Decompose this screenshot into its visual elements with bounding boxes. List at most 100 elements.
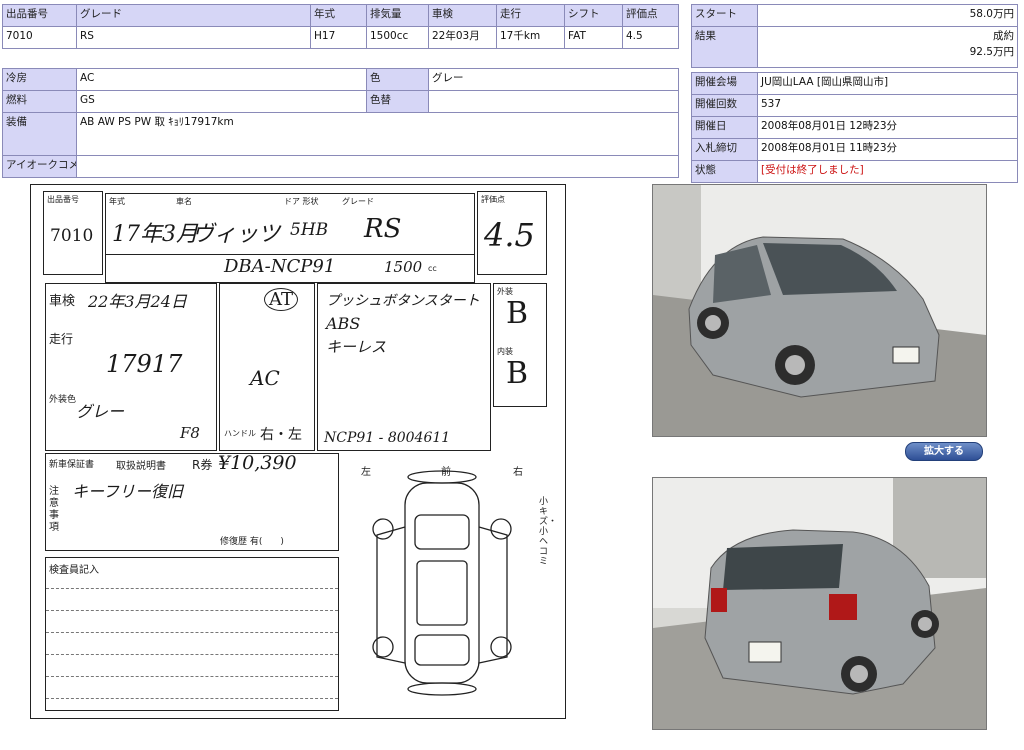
- start-label: スタート: [691, 4, 758, 27]
- fuel-value: GS: [76, 90, 367, 113]
- sheet-rule: [46, 654, 338, 655]
- sheet-year-value: 17年3月: [112, 222, 198, 247]
- sheet-inspector-box: 検査員記入: [45, 557, 339, 711]
- sheet-lot-number: 7010: [50, 226, 94, 246]
- sheet-car-box: 年式 17年3月 車名 ヴィッツ ドア 形状 5HB グレード RS DBA-N…: [105, 193, 475, 283]
- fuel-label: 燃料: [2, 90, 77, 113]
- spec-header: 排気量: [366, 4, 429, 27]
- sheet-exterior-value: B: [506, 296, 529, 331]
- round-label: 開催回数: [691, 94, 758, 117]
- spec-header: 車検: [428, 4, 497, 27]
- sheet-car-label: 車名: [176, 197, 192, 206]
- sheet-color-value: グレー: [76, 402, 125, 421]
- car-photo-front[interactable]: [652, 184, 987, 437]
- sheet-shaken-value: 22年3月24日: [88, 292, 187, 311]
- sheet-car-value: ヴィッツ: [192, 222, 281, 247]
- sheet-handle-value: 右・左: [260, 427, 302, 443]
- result-price: 92.5万円: [969, 46, 1014, 58]
- mileage: 17千km: [496, 26, 565, 49]
- displacement: 1500cc: [366, 26, 429, 49]
- sheet-year-label: 年式: [109, 197, 125, 206]
- sheet-ext-int-box: 外装 B 内装 B: [493, 283, 547, 407]
- spec-header: 走行: [496, 4, 565, 27]
- sheet-mileage-value: 17917: [106, 350, 183, 378]
- round-value: 537: [757, 94, 1018, 117]
- sheet-notes-value: キーフリー復旧: [72, 482, 184, 501]
- sheet-options-3: キーレス: [326, 338, 387, 356]
- sheet-notes-label: 注意事項: [49, 486, 59, 533]
- sheet-cc-unit: cc: [428, 264, 437, 273]
- sheet-shaken-box: 車検 22年3月24日 走行 17917 外装色 グレー F8: [45, 283, 217, 451]
- sheet-handle-label: ハンドル: [224, 429, 256, 438]
- color-value: グレー: [428, 68, 679, 91]
- sheet-chassis-value: NCP91 - 8004611: [324, 430, 451, 446]
- status-value: [受付は終了しました]: [757, 160, 1018, 183]
- sheet-model-value: DBA-NCP91: [224, 256, 336, 277]
- lot-number: 7010: [2, 26, 77, 49]
- sheet-options-box: プッシュボタンスタート ABS キーレス NCP91 - 8004611: [317, 283, 491, 451]
- sheet-door-label: ドア 形状: [284, 197, 319, 206]
- sheet-score-value: 4.5: [484, 216, 535, 254]
- detail-table: 冷房 AC 色 グレー 燃料 GS 色替 装備 AB AW PS PW 取 ｷｮ…: [2, 68, 679, 178]
- sheet-rule: [46, 610, 338, 611]
- sheet-divider: [106, 254, 474, 255]
- spec-header: シフト: [564, 4, 623, 27]
- sheet-warranty-label: 新車保証書: [49, 460, 95, 470]
- sheet-aircon-value: AC: [250, 366, 280, 390]
- diagram-side-note: 小キズ・小ヘコミ: [539, 497, 558, 567]
- result-label: 結果: [691, 26, 758, 68]
- spec-header: グレード: [76, 4, 311, 27]
- sheet-recycle-value: ¥10,390: [218, 452, 297, 474]
- sheet-inspector-label: 検査員記入: [49, 565, 99, 576]
- sheet-rule: [46, 588, 338, 589]
- sheet-options-1: プッシュボタンスタート: [326, 293, 480, 309]
- sheet-grade-value: RS: [364, 214, 402, 244]
- inspection-sheet[interactable]: 出品番号 7010 年式 17年3月 車名 ヴィッツ ドア 形状 5HB グレー…: [30, 184, 566, 719]
- sheet-door-value: 5HB: [290, 220, 329, 240]
- spec-value-row: 7010 RS H17 1500cc 22年03月 17千km FAT 4.5: [2, 26, 679, 49]
- sheet-cc-value: 1500: [384, 258, 423, 276]
- sheet-remarks-label: 修復歴 有( ): [220, 537, 284, 547]
- spec-header: 年式: [310, 4, 367, 27]
- sheet-mileage-label: 走行: [49, 332, 74, 346]
- model-year: H17: [310, 26, 367, 49]
- color-change-label: 色替: [366, 90, 429, 113]
- sheet-recycle-label: R券: [192, 458, 213, 472]
- sheet-score-box: 評価点 4.5: [477, 191, 547, 275]
- start-price: 58.0万円: [757, 4, 1018, 27]
- comment-label: アイオークコメント: [2, 155, 77, 178]
- deadline-label: 入札締切: [691, 138, 758, 161]
- auction-table: スタート 58.0万円 結果 成約 92.5万円 開催会場 JU岡山LAA [岡…: [691, 4, 1018, 183]
- spec-table: 出品番号 グレード 年式 排気量 車検 走行 シフト 評価点 7010 RS H…: [2, 4, 679, 49]
- sheet-shaken-label: 車検: [49, 294, 76, 309]
- deadline-value: 2008年08月01日 11時23分: [757, 138, 1018, 161]
- sheet-fuel-code: F8: [180, 424, 200, 442]
- car-outline-icon: [372, 470, 512, 696]
- result-cell: 成約 92.5万円: [757, 26, 1018, 68]
- venue-label: 開催会場: [691, 72, 758, 95]
- sheet-rule: [46, 698, 338, 699]
- sheet-manual-label: 取扱説明書: [116, 461, 166, 472]
- date-value: 2008年08月01日 12時23分: [757, 116, 1018, 139]
- sheet-lot-label: 出品番号: [47, 195, 79, 204]
- spec-header-row: 出品番号 グレード 年式 排気量 車検 走行 シフト 評価点: [2, 4, 679, 27]
- equipment-value: AB AW PS PW 取 ｷｮﾘ17917km: [76, 112, 679, 156]
- sheet-rule: [46, 676, 338, 677]
- sheet-notes-box: 新車保証書 取扱説明書 R券 ¥10,390 注意事項 キーフリー復旧 修復歴 …: [45, 452, 339, 551]
- color-label: 色: [366, 68, 429, 91]
- comment-value: [76, 155, 679, 178]
- enlarge-button[interactable]: 拡大する: [905, 442, 983, 461]
- spec-header: 出品番号: [2, 4, 77, 27]
- car-rear-image-icon: [653, 478, 986, 729]
- status-label: 状態: [691, 160, 758, 183]
- aircon-label: 冷房: [2, 68, 77, 91]
- sheet-options-2: ABS: [326, 314, 361, 333]
- venue-value: JU岡山LAA [岡山県岡山市]: [757, 72, 1018, 95]
- equipment-label: 装備: [2, 112, 77, 156]
- date-label: 開催日: [691, 116, 758, 139]
- sheet-rule: [46, 632, 338, 633]
- car-photo-rear[interactable]: [652, 477, 987, 730]
- sheet-gear-value: AT: [264, 288, 299, 311]
- result-status: 成約: [993, 30, 1014, 42]
- sheet-grade-label: グレード: [342, 197, 374, 206]
